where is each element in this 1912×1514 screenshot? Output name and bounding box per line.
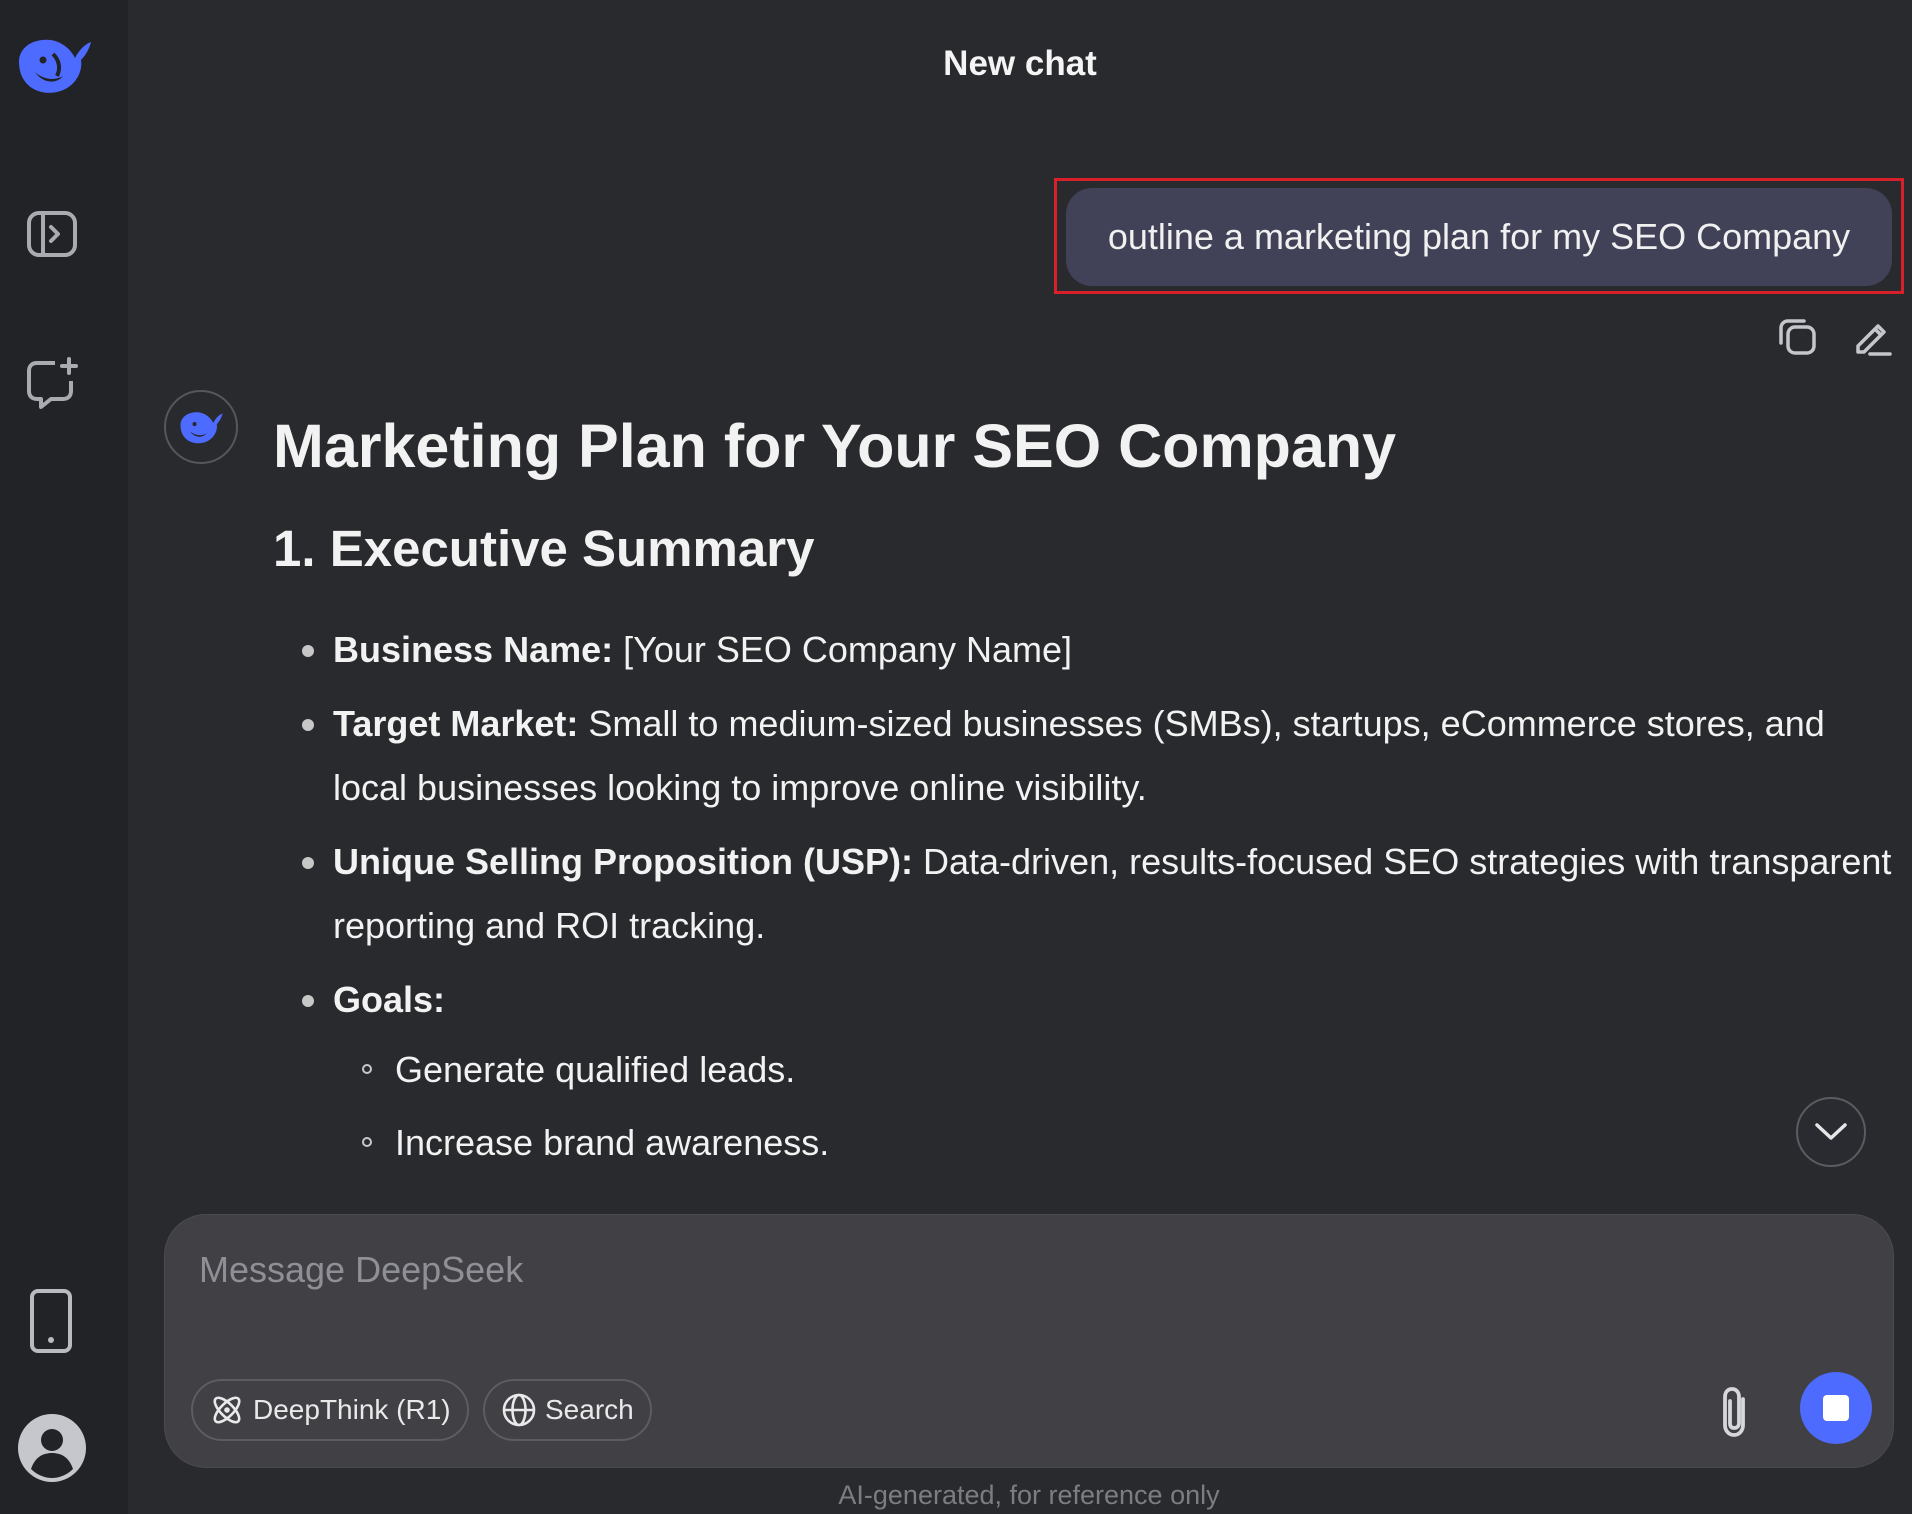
sidebar-toggle-icon[interactable] bbox=[22, 206, 82, 262]
deepthink-label: DeepThink (R1) bbox=[253, 1394, 451, 1425]
copy-icon[interactable] bbox=[1776, 315, 1818, 362]
message-input[interactable] bbox=[197, 1247, 1841, 1341]
list-item: Unique Selling Proposition (USP): Data-d… bbox=[302, 830, 1893, 958]
list-item: Goals: Generate qualified leads. Increas… bbox=[302, 968, 1893, 1175]
user-message-text: outline a marketing plan for my SEO Comp… bbox=[1107, 216, 1851, 257]
ai-disclaimer: AI-generated, for reference only bbox=[838, 1480, 1220, 1510]
deepthink-button[interactable]: DeepThink (R1) bbox=[191, 1379, 469, 1441]
sidebar bbox=[0, 0, 128, 1514]
atom-icon bbox=[213, 1396, 241, 1424]
edit-icon[interactable] bbox=[1850, 314, 1894, 363]
stop-icon bbox=[1823, 1395, 1849, 1421]
list-item: Target Market: Small to medium-sized bus… bbox=[302, 692, 1893, 820]
assistant-response: Marketing Plan for Your SEO Company 1. E… bbox=[273, 400, 1893, 1185]
item-label: Target Market: bbox=[333, 703, 579, 744]
item-text: [Your SEO Company Name] bbox=[613, 629, 1072, 670]
new-chat-icon[interactable] bbox=[22, 354, 82, 414]
item-label: Unique Selling Proposition (USP): bbox=[333, 841, 913, 882]
item-label: Goals: bbox=[333, 979, 446, 1020]
item-label: Business Name: bbox=[333, 629, 614, 670]
globe-icon bbox=[502, 1393, 536, 1427]
user-profile-icon[interactable] bbox=[16, 1412, 88, 1484]
deepseek-logo-icon[interactable] bbox=[12, 30, 96, 100]
chat-main: New chat outline a marketing plan for my… bbox=[128, 0, 1912, 1514]
summary-list: Business Name: [Your SEO Company Name] T… bbox=[273, 618, 1893, 1175]
goal-item: Increase brand awareness. bbox=[362, 1111, 1893, 1175]
page-title: New chat bbox=[943, 44, 1097, 83]
attach-file-icon[interactable] bbox=[1715, 1385, 1757, 1446]
response-title: Marketing Plan for Your SEO Company bbox=[273, 412, 1397, 480]
scroll-down-button[interactable] bbox=[1796, 1097, 1866, 1167]
user-message-bubble: outline a marketing plan for my SEO Comp… bbox=[1066, 188, 1892, 286]
section-heading: 1. Executive Summary bbox=[273, 520, 815, 577]
assistant-avatar bbox=[164, 390, 238, 464]
goal-item: Generate qualified leads. bbox=[362, 1038, 1893, 1102]
message-composer: DeepThink (R1) Search bbox=[164, 1214, 1894, 1468]
list-item: Business Name: [Your SEO Company Name] bbox=[302, 618, 1893, 682]
stop-generating-button[interactable] bbox=[1800, 1372, 1872, 1444]
deepseek-whale-icon bbox=[180, 412, 223, 444]
chevron-down-icon bbox=[1815, 1123, 1847, 1140]
search-button[interactable]: Search bbox=[483, 1379, 652, 1441]
search-label: Search bbox=[545, 1394, 634, 1425]
mobile-app-icon[interactable] bbox=[26, 1286, 76, 1356]
goals-list: Generate qualified leads. Increase brand… bbox=[333, 1038, 1893, 1175]
